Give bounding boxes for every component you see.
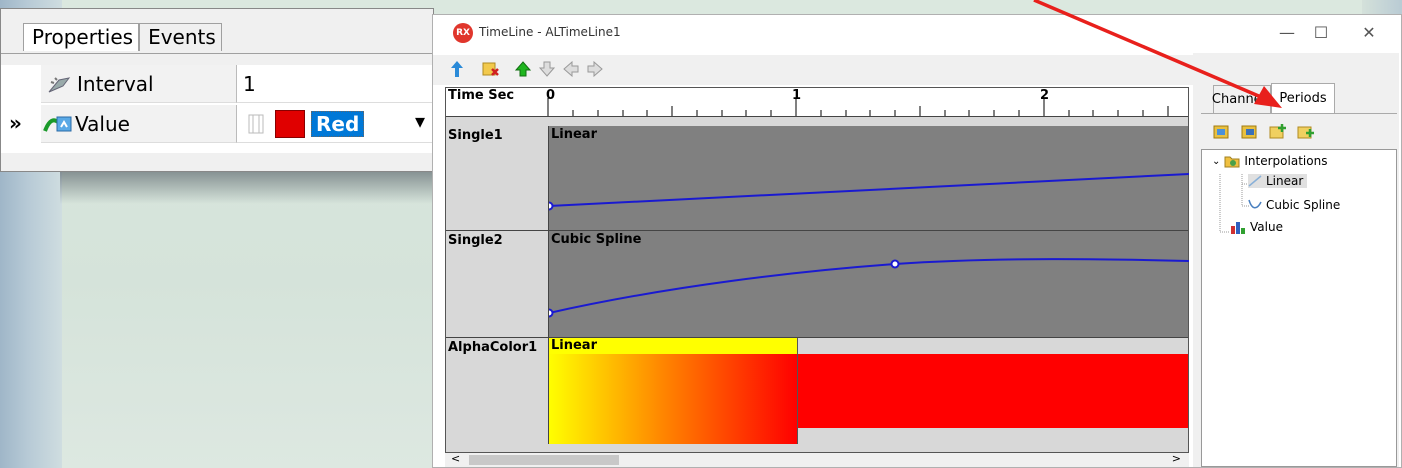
copy-period-icon[interactable] <box>1241 123 1259 141</box>
selected-row-indicator: » <box>9 111 22 135</box>
property-grid: Interval 1 » Value Red ▾ <box>1 65 433 153</box>
scroll-thumb[interactable] <box>469 455 619 465</box>
cubic-spline-curve <box>549 258 1189 318</box>
inspector-tabs: Properties Events <box>23 21 222 51</box>
tree-node-linear[interactable]: Linear <box>1248 174 1308 188</box>
tab-properties[interactable]: Properties <box>23 23 140 51</box>
lane-label: AlphaColor1 <box>448 340 538 355</box>
color-swatch <box>275 109 305 138</box>
dropdown-arrow-icon[interactable]: ▾ <box>415 109 425 133</box>
time-ruler: Time Sec 0 1 2 <box>446 88 1188 117</box>
folder-icon <box>1224 156 1240 168</box>
color-hold <box>798 354 1188 428</box>
period-label: Linear <box>551 338 597 353</box>
tick-label: 0 <box>546 88 556 103</box>
periods-panel: Channels Periods ⌄ Interpolations Linear… <box>1193 53 1399 467</box>
tab-divider <box>1201 113 1397 114</box>
color-value-text[interactable]: Red <box>311 110 365 137</box>
keyframe-point <box>549 201 554 211</box>
property-value-text: 1 <box>243 71 256 96</box>
tab-periods[interactable]: Periods <box>1271 83 1335 113</box>
property-value-cell[interactable]: Red ▾ <box>237 105 433 143</box>
lane-single2[interactable]: Single2 Cubic Spline <box>446 231 1189 338</box>
tree-node-label: Interpolations <box>1244 154 1328 168</box>
down-arrow-icon[interactable] <box>537 59 557 79</box>
filmstrip-icon <box>248 114 264 133</box>
tree-node-cubic-spline[interactable]: Cubic Spline <box>1248 198 1340 212</box>
move-up-icon[interactable] <box>447 59 467 79</box>
lane-body[interactable]: Linear <box>548 126 1189 230</box>
property-name-label: Interval <box>77 71 154 96</box>
tree-node-value[interactable]: Value <box>1230 220 1283 234</box>
ruler-ticks <box>547 98 1169 116</box>
expand-chevron-icon[interactable]: ⌄ <box>1212 156 1220 167</box>
property-row-value[interactable]: » Value Red ▾ <box>1 105 433 143</box>
periods-tree[interactable]: ⌄ Interpolations Linear Cubic Spline Val… <box>1201 149 1397 467</box>
new-item-icon[interactable] <box>1269 123 1287 141</box>
toolbar <box>433 55 1193 85</box>
tick-label: 2 <box>1040 88 1050 103</box>
tab-events[interactable]: Events <box>139 23 222 51</box>
bar-chart-icon <box>1231 222 1245 234</box>
close-button[interactable]: ✕ <box>1349 19 1389 45</box>
spline-icon <box>1248 199 1262 209</box>
linear-icon <box>1248 175 1262 187</box>
lane-body[interactable]: Linear <box>548 338 1188 444</box>
left-arrow-icon[interactable] <box>561 59 581 79</box>
timeline-window: RX TimeLine - ALTimeLine1 — ☐ ✕ Time Sec <box>432 14 1402 468</box>
property-value-cell[interactable]: 1 <box>237 65 433 103</box>
color-period[interactable]: Linear <box>549 338 798 444</box>
horizontal-scrollbar[interactable]: < > <box>445 452 1189 467</box>
object-inspector: Properties Events Interval 1 » Value Red… <box>0 8 434 172</box>
tree-node-label: Linear <box>1266 174 1304 188</box>
drop-shadow <box>60 170 440 204</box>
linear-curve <box>549 173 1189 211</box>
maximize-button[interactable]: ☐ <box>1301 19 1341 45</box>
lane-alphacolor1[interactable]: AlphaColor1 Linear <box>446 338 1188 444</box>
tab-divider <box>1 53 433 54</box>
property-name-cell: Value <box>41 105 237 143</box>
app-logo-icon: RX <box>453 23 473 43</box>
color-gradient <box>549 354 797 444</box>
animation-icon <box>43 116 72 132</box>
panel-toolbar <box>1213 123 1315 141</box>
window-title: TimeLine - ALTimeLine1 <box>479 25 621 39</box>
interval-icon <box>48 76 71 92</box>
delete-icon[interactable] <box>481 59 501 79</box>
scroll-right-icon[interactable]: > <box>1172 452 1181 465</box>
lane-body[interactable]: Cubic Spline <box>548 231 1189 337</box>
tree-node-label: Value <box>1250 220 1283 234</box>
tree-node-label: Cubic Spline <box>1266 198 1341 212</box>
new-sub-item-icon[interactable] <box>1297 123 1315 141</box>
green-up-arrow-icon[interactable] <box>513 59 533 79</box>
tree-node-interpolations[interactable]: ⌄ Interpolations <box>1212 154 1327 168</box>
right-arrow-icon[interactable] <box>585 59 605 79</box>
tick-label: 1 <box>792 88 802 103</box>
property-row-interval[interactable]: Interval 1 <box>1 65 433 103</box>
lane-single1[interactable]: Single1 Linear <box>446 126 1189 231</box>
property-name-label: Value <box>75 111 130 136</box>
tab-channels[interactable]: Channels <box>1212 85 1272 113</box>
timeline-area[interactable]: Time Sec 0 1 2 Single1 Linear Single2 Cu… <box>445 87 1189 453</box>
lane-label: Single2 <box>448 233 503 248</box>
lane-label: Single1 <box>448 128 503 143</box>
add-period-icon[interactable] <box>1213 123 1231 141</box>
title-bar: RX TimeLine - ALTimeLine1 — ☐ ✕ <box>433 15 1401 51</box>
scroll-left-icon[interactable]: < <box>451 452 460 465</box>
property-name-cell: Interval <box>41 65 237 103</box>
